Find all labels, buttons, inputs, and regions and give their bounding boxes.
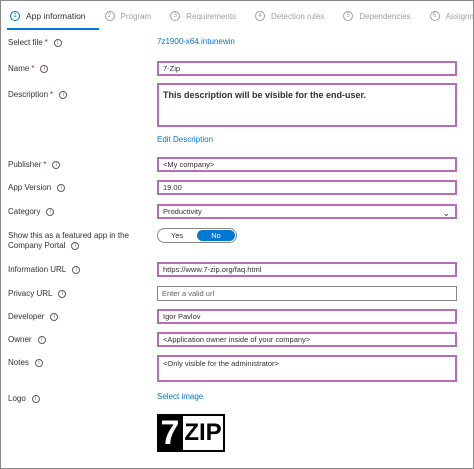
label-text: App Version [8,183,52,192]
info-icon[interactable]: i [50,313,59,321]
developer-label: Developer i [8,312,59,322]
logo-zip: ZIP [183,414,225,452]
publisher-input[interactable]: <My company> [157,157,457,172]
tab-label: App information [26,11,86,21]
logo-label: Logo i [8,394,40,404]
developer-value: Igor Pavlov [163,312,201,321]
toggle-yes-option[interactable]: Yes [158,229,196,242]
info-icon[interactable]: i [40,65,49,73]
label-text-line2: Company Portal [8,241,66,250]
select-file-label: Select file * i [8,38,62,48]
step-number-icon: 5 [343,11,354,21]
tab-dependencies[interactable]: 5 Dependencies [333,0,419,32]
privacy-url-label: Privacy URL i [8,289,67,299]
tab-label: Assignm [445,11,474,21]
info-icon[interactable]: i [31,395,40,403]
step-number-icon: 2 [104,11,115,21]
info-icon[interactable]: i [71,242,80,250]
info-icon[interactable]: i [72,266,81,274]
notes-label: Notes i [8,358,43,368]
select-image-link[interactable]: Select image [157,392,203,401]
label-text: Privacy URL [8,289,53,298]
step-number-icon: 6 [429,11,440,21]
info-icon[interactable]: i [53,39,62,47]
category-label: Category i [8,207,55,217]
label-text: Publisher [8,160,42,169]
featured-label: Show this as a featured app in the Compa… [8,231,129,251]
featured-toggle[interactable]: Yes No [157,228,237,243]
tab-assignments[interactable]: 6 Assignm [420,0,474,32]
select-file-link[interactable]: 7z1900-x64.intunewin [157,37,235,46]
info-icon[interactable]: i [34,359,43,367]
tab-label: Requirements [186,11,237,21]
tab-requirements[interactable]: 3 Requirements [160,0,245,32]
owner-label: Owner i [8,335,46,345]
owner-input[interactable]: <Application owner inside of your compan… [157,332,457,347]
name-value: 7-Zip [163,64,181,73]
label-line2-wrap: Company Portal i [8,241,80,251]
description-value: This description will be visible for the… [163,90,367,100]
info-icon[interactable]: i [52,161,61,169]
privacy-url-input[interactable]: Enter a valid url [157,286,457,301]
publisher-value: <My company> [163,160,215,169]
required-marker: * [50,90,54,99]
publisher-label: Publisher * i [8,160,61,170]
notes-value: <Only visible for the administrator> [163,359,279,368]
required-marker: * [44,38,48,47]
tab-label: Detection rules [271,11,325,21]
label-text: Description [8,90,49,99]
toggle-no-option[interactable]: No [197,230,235,241]
label-text: Name [8,64,30,73]
label-text: Owner [8,335,32,344]
description-box[interactable]: This description will be visible for the… [157,83,457,127]
tab-program[interactable]: 2 Program [95,0,161,32]
name-input[interactable]: 7-Zip [157,61,457,76]
label-text: Notes [8,358,29,367]
name-label: Name * i [8,64,49,74]
tab-label: Program [120,11,152,21]
app-logo-image: 7 ZIP [157,414,225,452]
tab-label: Dependencies [359,11,411,21]
label-text: Developer [8,312,45,321]
required-marker: * [43,160,47,169]
label-text: Category [8,207,41,216]
description-label: Description * i [8,90,68,100]
information-url-label: Information URL i [8,265,81,275]
label-text: Information URL [8,265,67,274]
category-value: Productivity [163,207,202,216]
developer-input[interactable]: Igor Pavlov [157,309,457,324]
label-text-line1: Show this as a featured app in the [8,231,129,240]
logo-seven: 7 [157,414,183,452]
required-marker: * [31,64,35,73]
category-dropdown[interactable]: Productivity ⌄ [157,204,457,219]
info-icon[interactable]: i [58,290,67,298]
information-url-input[interactable]: https://www.7-zip.org/faq.html [157,262,457,277]
step-number-icon: 3 [170,11,181,21]
info-icon[interactable]: i [46,208,55,216]
info-icon[interactable]: i [37,336,46,344]
information-url-value: https://www.7-zip.org/faq.html [163,265,262,274]
active-tab-indicator [7,28,99,30]
label-text: Logo [8,394,26,403]
step-number-icon: 1 [10,11,20,21]
app-version-value: 19.00 [163,183,182,192]
edit-description-link[interactable]: Edit Description [157,135,213,144]
info-icon[interactable]: i [59,91,68,99]
tab-detection-rules[interactable]: 4 Detection rules [245,0,333,32]
app-version-label: App Version i [8,183,66,193]
app-version-input[interactable]: 19.00 [157,180,457,195]
step-number-icon: 4 [255,11,266,21]
label-text: Select file [8,38,43,47]
privacy-url-placeholder: Enter a valid url [162,289,215,298]
info-icon[interactable]: i [57,184,66,192]
owner-value: <Application owner inside of your compan… [163,335,311,344]
chevron-down-icon: ⌄ [442,208,450,218]
notes-textarea[interactable]: <Only visible for the administrator> [157,355,457,382]
